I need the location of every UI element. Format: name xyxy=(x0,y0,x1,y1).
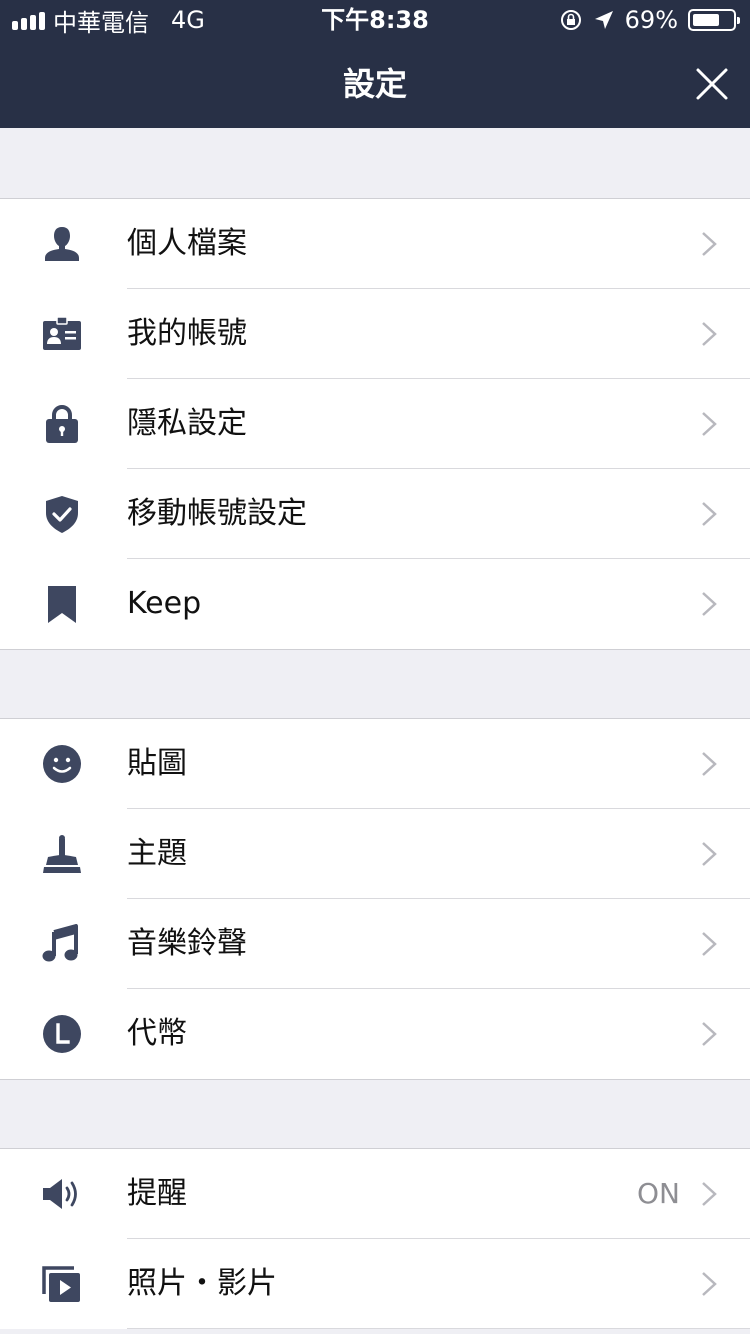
top-bar: 中華電信 4G 下午8:38 69% 設定 xyxy=(0,0,750,128)
lock-icon xyxy=(46,405,78,443)
chevron-right-icon xyxy=(702,842,717,866)
bookmark-icon xyxy=(48,586,76,623)
brush-icon xyxy=(43,835,81,873)
settings-section-account: 個人檔案 我的帳號 隱私設定 移動帳號設定 Keep xyxy=(0,198,750,650)
chevron-right-icon xyxy=(702,502,717,526)
chevron-right-icon xyxy=(702,1022,717,1046)
row-label: 照片・影片 xyxy=(127,1266,277,1301)
row-label: 隱私設定 xyxy=(127,406,247,441)
chevron-right-icon xyxy=(702,232,717,256)
location-arrow-icon xyxy=(594,11,613,29)
row-stickers[interactable]: 貼圖 xyxy=(0,719,750,809)
row-privacy[interactable]: 隱私設定 xyxy=(0,379,750,469)
speaker-icon xyxy=(43,1179,77,1209)
orientation-lock-icon xyxy=(560,10,581,30)
row-label: Keep xyxy=(127,586,202,621)
row-notifications[interactable]: 提醒 ON xyxy=(0,1149,750,1239)
notifications-status: ON xyxy=(637,1177,680,1210)
row-music-ringtones[interactable]: 音樂鈴聲 xyxy=(0,899,750,989)
battery-icon xyxy=(688,9,740,31)
person-icon xyxy=(45,227,79,261)
row-label: 提醒 xyxy=(127,1176,187,1211)
smiley-icon xyxy=(43,745,81,783)
row-label: 音樂鈴聲 xyxy=(127,926,247,961)
row-label: 貼圖 xyxy=(127,746,187,781)
row-profile[interactable]: 個人檔案 xyxy=(0,199,750,289)
status-right: 69% xyxy=(559,6,740,34)
chevron-right-icon xyxy=(702,412,717,436)
row-label: 我的帳號 xyxy=(127,316,247,351)
chevron-right-icon xyxy=(702,752,717,776)
music-note-icon xyxy=(42,924,78,962)
battery-fill xyxy=(693,14,719,26)
row-photos-videos[interactable]: 照片・影片 xyxy=(0,1239,750,1329)
battery-percent: 69% xyxy=(624,6,678,34)
row-keep[interactable]: Keep xyxy=(0,559,750,649)
chevron-right-icon xyxy=(702,932,717,956)
row-label: 移動帳號設定 xyxy=(127,496,307,531)
row-my-account[interactable]: 我的帳號 xyxy=(0,289,750,379)
page-title: 設定 xyxy=(342,65,407,103)
shield-check-icon xyxy=(46,496,78,533)
row-label: 個人檔案 xyxy=(127,226,247,261)
close-button[interactable] xyxy=(692,64,732,104)
chevron-right-icon xyxy=(702,1182,717,1206)
row-account-transfer[interactable]: 移動帳號設定 xyxy=(0,469,750,559)
divider xyxy=(127,1328,750,1329)
photo-video-icon xyxy=(42,1266,80,1302)
status-bar: 中華電信 4G 下午8:38 69% xyxy=(0,0,750,40)
row-label: 代幣 xyxy=(127,1016,187,1051)
row-label: 主題 xyxy=(127,836,187,871)
coin-icon xyxy=(43,1015,81,1053)
settings-section-media: 提醒 ON 照片・影片 xyxy=(0,1148,750,1329)
row-themes[interactable]: 主題 xyxy=(0,809,750,899)
chevron-right-icon xyxy=(702,322,717,346)
settings-section-content: 貼圖 主題 音樂鈴聲 代幣 xyxy=(0,718,750,1080)
chevron-right-icon xyxy=(702,592,717,616)
id-card-icon xyxy=(43,316,81,350)
chevron-right-icon xyxy=(702,1272,717,1296)
row-coins[interactable]: 代幣 xyxy=(0,989,750,1079)
